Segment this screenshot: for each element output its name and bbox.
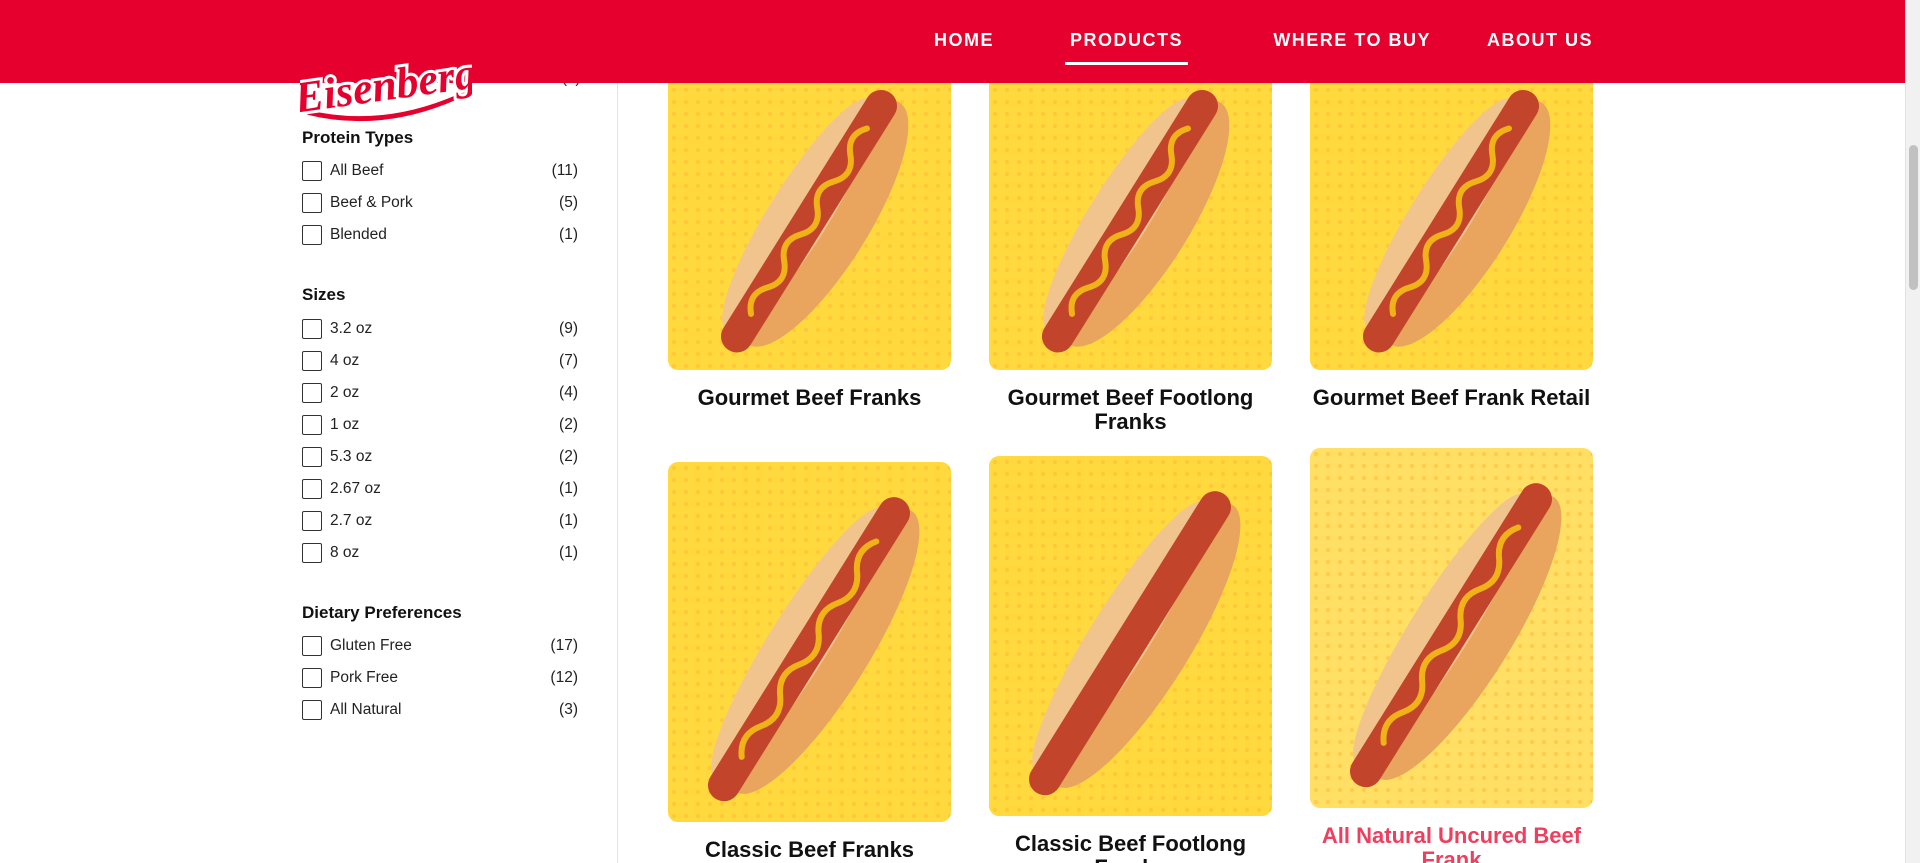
hot-dog-illustration [668, 60, 951, 370]
filter-option-label: 1 oz [330, 416, 360, 433]
filter-option-count: (1) [559, 512, 578, 529]
filter-option-label: All Beef [330, 162, 384, 179]
filter-option-label: 8 oz [330, 544, 360, 561]
hot-dog-illustration [989, 60, 1272, 370]
product-image[interactable] [668, 60, 951, 370]
nav-home[interactable]: HOME [934, 30, 994, 51]
filter-option-4-oz[interactable]: 4 oz (7) [302, 350, 578, 372]
filter-option-label: 4 oz [330, 352, 360, 369]
page-scrollbar[interactable] [1905, 0, 1920, 863]
filter-option-8-oz[interactable]: 8 oz (1) [302, 542, 578, 564]
filter-option-count: (5) [559, 194, 578, 211]
filter-option-1-oz[interactable]: 1 oz (2) [302, 414, 578, 436]
product-image[interactable] [668, 462, 951, 822]
checkbox[interactable] [302, 511, 322, 531]
checkbox[interactable] [302, 636, 322, 656]
filter-option-label: 2.7 oz [330, 512, 373, 529]
filter-option-count: (7) [559, 352, 578, 369]
checkbox[interactable] [302, 415, 322, 435]
hot-dog-illustration [668, 462, 951, 822]
product-image[interactable] [1310, 60, 1593, 370]
filter-option-count: (17) [550, 637, 578, 654]
nav-about-us[interactable]: ABOUT US [1487, 30, 1593, 51]
filter-option-2-7-oz[interactable]: 2.7 oz (1) [302, 510, 578, 532]
filter-option-label: Gluten Free [330, 637, 412, 654]
filter-option-5-3-oz[interactable]: 5.3 oz (2) [302, 446, 578, 468]
filter-option-label: 2.67 oz [330, 480, 381, 497]
product-name[interactable]: All Natural Uncured Beef Frank [1300, 824, 1603, 863]
checkbox[interactable] [302, 319, 322, 339]
filter-option-gluten-free[interactable]: Gluten Free (17) [302, 635, 578, 657]
filter-option-label: Blended [330, 226, 387, 243]
filter-option-count: (1) [559, 544, 578, 561]
filter-option-label: 5.3 oz [330, 448, 373, 465]
checkbox[interactable] [302, 668, 322, 688]
filter-option-2-67-oz[interactable]: 2.67 oz (1) [302, 478, 578, 500]
nav-products[interactable]: PRODUCTS [1064, 30, 1189, 65]
filter-option-label: Beef & Pork [330, 194, 413, 211]
site-header: HOME PRODUCTS WHERE TO BUY ABOUT US [0, 0, 1905, 83]
filter-option-count: (1) [559, 480, 578, 497]
checkbox[interactable] [302, 479, 322, 499]
filter-sidebar: (4) Protein Types All Beef (11) Beef & P… [302, 0, 580, 863]
hot-dog-illustration [1310, 60, 1593, 370]
filter-option-beef-pork[interactable]: Beef & Pork (5) [302, 192, 578, 214]
nav-where-to-buy[interactable]: WHERE TO BUY [1273, 30, 1431, 51]
filter-option-label: 2 oz [330, 384, 360, 401]
filter-option-3-2-oz[interactable]: 3.2 oz (9) [302, 318, 578, 340]
filter-option-all-beef[interactable]: All Beef (11) [302, 160, 578, 182]
filter-option-label: Pork Free [330, 669, 399, 686]
scrollbar-thumb[interactable] [1909, 145, 1918, 290]
hot-dog-illustration [989, 456, 1272, 816]
product-name[interactable]: Classic Beef Franks [658, 838, 961, 862]
filter-option-label: 3.2 oz [330, 320, 373, 337]
checkbox[interactable] [302, 161, 322, 181]
filter-option-count: (11) [551, 162, 578, 179]
filter-group-title-sizes: Sizes [302, 285, 346, 304]
product-image[interactable] [989, 456, 1272, 816]
filter-option-count: (1) [559, 226, 578, 243]
filter-option-all-natural[interactable]: All Natural (3) [302, 699, 578, 721]
product-image[interactable] [1310, 448, 1593, 808]
filter-option-count: (9) [559, 320, 578, 337]
hot-dog-illustration [1310, 448, 1593, 808]
filter-option-label: All Natural [330, 701, 402, 718]
filter-option-count: (3) [559, 701, 578, 718]
filter-group-title-dietary: Dietary Preferences [302, 603, 462, 622]
checkbox[interactable] [302, 193, 322, 213]
product-name[interactable]: Classic Beef Footlong Franks [979, 832, 1282, 863]
checkbox[interactable] [302, 351, 322, 371]
eisenberg-logo[interactable]: Eisenberg [287, 46, 482, 126]
checkbox[interactable] [302, 543, 322, 563]
sidebar-divider [617, 83, 618, 863]
product-name[interactable]: Gourmet Beef Footlong Franks [979, 386, 1282, 434]
filter-option-pork-free[interactable]: Pork Free (12) [302, 667, 578, 689]
filter-option-count: (12) [550, 669, 578, 686]
product-name[interactable]: Gourmet Beef Franks [658, 386, 961, 410]
checkbox[interactable] [302, 447, 322, 467]
product-name[interactable]: Gourmet Beef Frank Retail [1300, 386, 1603, 410]
checkbox[interactable] [302, 700, 322, 720]
filter-option-count: (2) [559, 416, 578, 433]
filter-option-count: (2) [559, 448, 578, 465]
filter-option-2-oz[interactable]: 2 oz (4) [302, 382, 578, 404]
filter-option-count: (4) [559, 384, 578, 401]
product-image[interactable] [989, 60, 1272, 370]
checkbox[interactable] [302, 225, 322, 245]
filter-option-blended[interactable]: Blended (1) [302, 224, 578, 246]
filter-group-title-protein: Protein Types [302, 128, 414, 147]
checkbox[interactable] [302, 383, 322, 403]
